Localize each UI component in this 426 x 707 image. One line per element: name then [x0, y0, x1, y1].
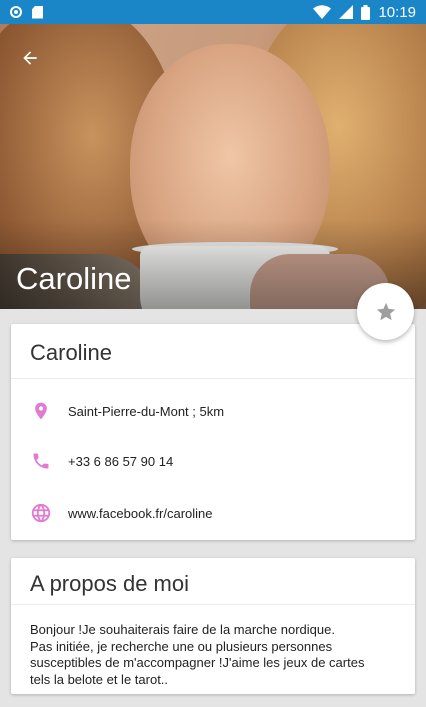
notification-circle-icon — [10, 6, 22, 18]
sd-card-icon — [32, 5, 43, 19]
about-card: A propos de moi Bonjour !Je souhaiterais… — [11, 558, 415, 694]
location-pin-icon — [30, 400, 52, 422]
wifi-icon — [313, 5, 332, 19]
header-title: Caroline — [16, 261, 132, 296]
contact-card: Caroline Saint-Pierre-du-Mont ; 5km +33 … — [11, 324, 415, 540]
website-text: www.facebook.fr/caroline — [68, 505, 213, 521]
about-line: tels la belote et le tarot.. — [30, 671, 169, 687]
battery-icon — [361, 4, 371, 20]
signal-icon — [339, 5, 354, 19]
star-icon — [376, 302, 395, 320]
website-row[interactable]: www.facebook.fr/caroline — [11, 488, 415, 538]
about-line: susceptibles de m'accompagner !J'aime le… — [30, 655, 365, 670]
phone-row[interactable]: +33 6 86 57 90 14 — [11, 436, 415, 486]
about-line: Pas initiée, je recherche une ou plusieu… — [30, 638, 333, 654]
status-time: 10:19 — [378, 3, 416, 21]
about-line: Bonjour !Je souhaiterais faire de la mar… — [30, 622, 335, 637]
status-bar: 10:19 — [0, 0, 426, 24]
about-title: A propos de moi — [11, 558, 415, 605]
about-description: Bonjour !Je souhaiterais faire de la mar… — [11, 605, 415, 688]
location-row[interactable]: Saint-Pierre-du-Mont ; 5km — [11, 386, 415, 436]
location-text: Saint-Pierre-du-Mont ; 5km — [68, 403, 225, 419]
globe-icon — [30, 502, 52, 524]
favorite-button[interactable] — [357, 283, 414, 340]
contact-name: Caroline — [11, 324, 415, 379]
arrow-back-icon — [23, 51, 37, 65]
phone-text: +33 6 86 57 90 14 — [68, 453, 174, 469]
phone-icon — [30, 450, 52, 472]
back-button[interactable] — [16, 44, 44, 72]
